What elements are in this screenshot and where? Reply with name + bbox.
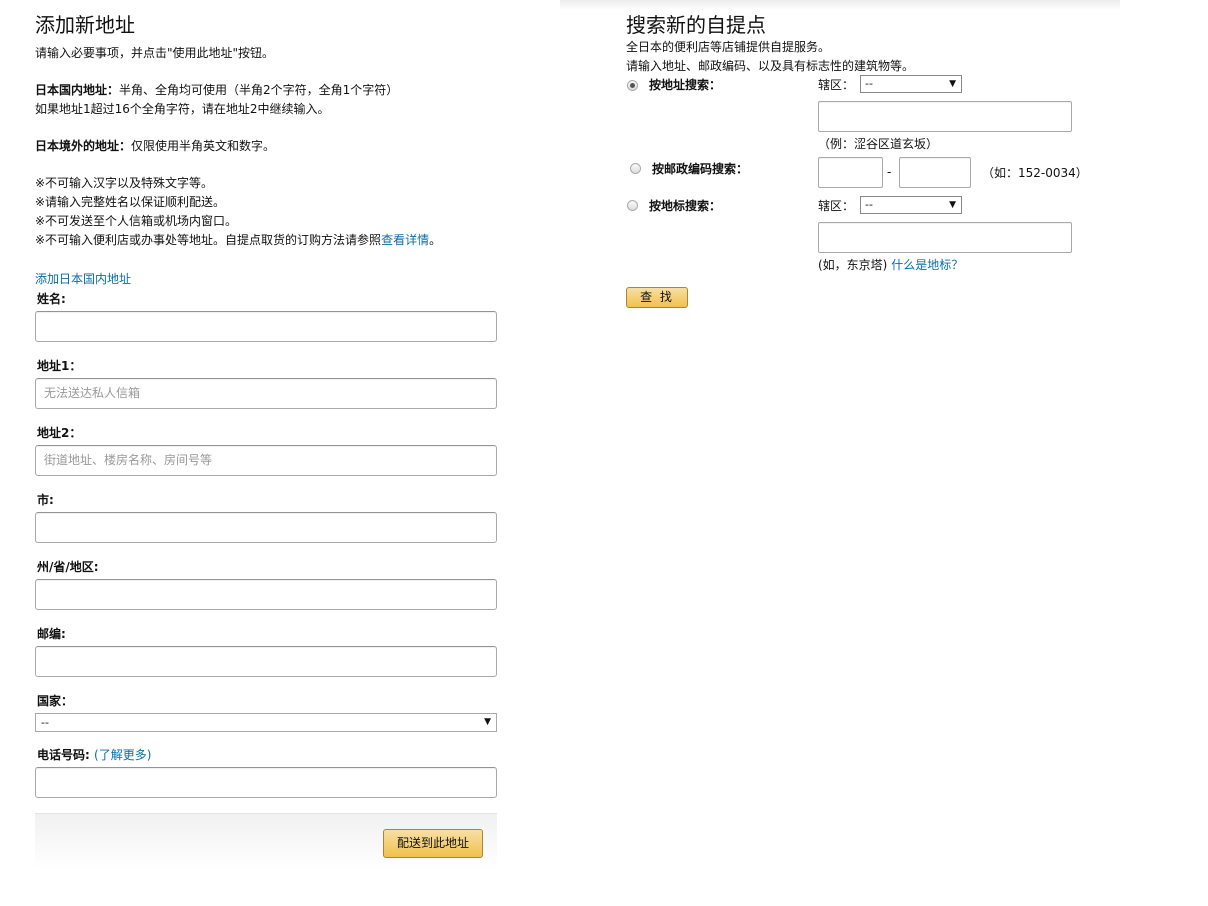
search-by-zip-label: 按邮政编码搜索： [652, 162, 749, 176]
note-4-text: ※不可输入便利店或办事处等地址。自提点取货的订购方法请参照 [35, 233, 382, 247]
add-address-section: 添加新地址 请输入必要事项，并点击"使用此地址"按钮。 日本国内地址：半角、全角… [35, 12, 497, 870]
overseas-label: 日本境外的地址： [35, 139, 132, 153]
city-input[interactable] [35, 512, 497, 543]
pickup-title: 搜索新的自提点 [626, 13, 766, 37]
note-3: ※不可发送至个人信箱或机场内窗口。 [35, 214, 238, 228]
phone-input[interactable] [35, 767, 497, 798]
name-label: 姓名: [37, 292, 66, 306]
learn-more-link[interactable]: 了解更多 [99, 748, 147, 762]
find-button[interactable]: 查 找 [626, 287, 688, 308]
add-domestic-address-link[interactable]: 添加日本国内地址 [35, 270, 497, 288]
note-4-tail: 。 [429, 233, 442, 247]
search-by-landmark-radio[interactable] [627, 200, 638, 211]
search-by-address-radio[interactable] [627, 80, 638, 91]
note-2: ※请输入完整姓名以保证顺利配送。 [35, 195, 226, 209]
landmark-search-input[interactable] [818, 222, 1072, 253]
state-label: 州/省/地区: [37, 560, 99, 574]
domestic-rule-2: 如果地址1超过16个全角字符，请在地址2中继续输入。 [35, 102, 330, 116]
note-4: ※不可输入便利店或办事处等地址。自提点取货的订购方法请参照查看详情。 [35, 231, 497, 250]
form-footer: 配送到此地址 [35, 813, 497, 870]
domestic-label: 日本国内地址： [35, 83, 120, 97]
phone-paren-close: ) [146, 748, 152, 762]
domestic-text: 半角、全角均可使用（半角2个字符，全角1个字符） [119, 83, 399, 97]
chevron-down-icon: ▼ [949, 200, 956, 210]
country-select[interactable]: -- ▼ [35, 713, 497, 732]
search-by-zip-radio[interactable] [630, 163, 641, 174]
landmark-example-row: (如，东京塔) 什么是地标？ [818, 256, 963, 273]
zip-dash: - [887, 165, 892, 179]
phone-label-row: 电话号码: (了解更多) [37, 748, 497, 762]
domestic-rule: 日本国内地址：半角、全角均可使用（半角2个字符，全角1个字符） [35, 81, 497, 100]
district2-select[interactable]: -- ▼ [860, 196, 962, 214]
zip-second-input[interactable] [899, 157, 971, 188]
overseas-rule: 日本境外的地址：仅限使用半角英文和数字。 [35, 137, 497, 156]
country-value: -- [41, 716, 49, 729]
search-by-landmark-label: 按地标搜索： [649, 199, 722, 213]
intro-text: 请输入必要事项，并点击"使用此地址"按钮。 [35, 46, 275, 60]
name-input[interactable] [35, 311, 497, 342]
address1-input[interactable]: 无法送达私人信箱 [35, 378, 497, 409]
page-title: 添加新地址 [35, 13, 135, 37]
view-details-link[interactable]: 查看详情 [381, 233, 429, 247]
state-input[interactable] [35, 579, 497, 610]
ship-to-address-button[interactable]: 配送到此地址 [383, 829, 483, 858]
address2-label: 地址2： [37, 426, 82, 440]
note-1: ※不可输入汉字以及特殊文字等。 [35, 176, 214, 190]
pickup-search-section: 搜索新的自提点 全日本的便利店等店铺提供自提服务。 请输入地址、邮政编码、以及具… [626, 12, 1096, 308]
chevron-down-icon: ▼ [484, 717, 491, 727]
district-select[interactable]: -- ▼ [860, 75, 962, 93]
overseas-text: 仅限使用半角英文和数字。 [131, 139, 276, 153]
address2-input[interactable]: 街道地址、楼房名称、房间号等 [35, 445, 497, 476]
city-label: 市: [37, 493, 54, 507]
zip-input[interactable] [35, 646, 497, 677]
top-shadow [560, 0, 1120, 10]
search-by-address-label: 按地址搜索： [649, 78, 722, 92]
landmark-example: (如，东京塔) [818, 258, 888, 272]
district-label: 辖区： [818, 78, 855, 92]
zip-label: 邮编: [37, 627, 66, 641]
address-search-input[interactable] [818, 101, 1072, 132]
zip-first-input[interactable] [818, 157, 883, 188]
what-is-landmark-link[interactable]: 什么是地标？ [891, 258, 963, 272]
district-value: -- [865, 77, 873, 90]
district2-label: 辖区： [818, 199, 855, 213]
address1-label: 地址1： [37, 359, 82, 373]
phone-label: 电话号码: [37, 748, 90, 762]
pickup-desc-2: 请输入地址、邮政编码、以及具有标志性的建筑物等。 [626, 59, 915, 73]
chevron-down-icon: ▼ [949, 79, 956, 89]
district2-value: -- [865, 198, 873, 211]
zip-example: （如：152-0034） [982, 166, 1088, 180]
pickup-desc-1: 全日本的便利店等店铺提供自提服务。 [626, 40, 831, 54]
address-example: （例：涩谷区道玄坂） [818, 137, 939, 151]
country-label: 国家： [37, 694, 74, 708]
